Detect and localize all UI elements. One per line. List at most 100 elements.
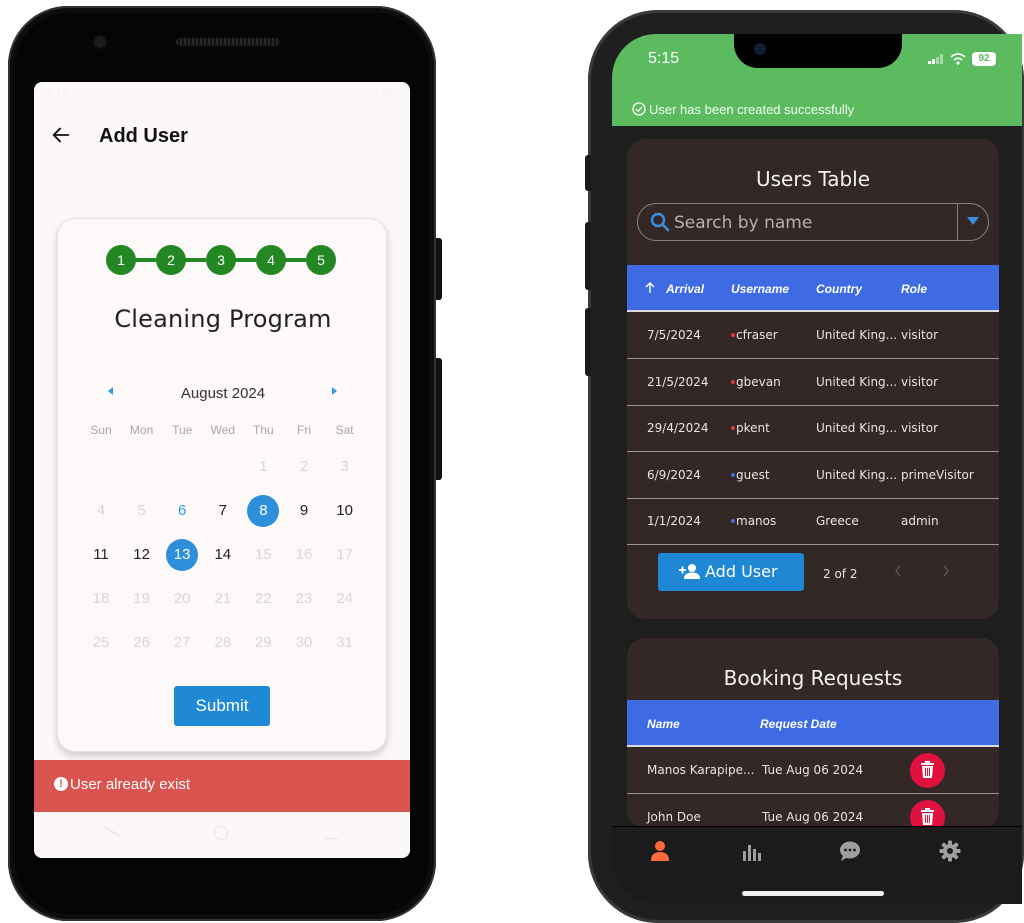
day-label: 2: [299, 458, 309, 475]
username-cell: gbevan: [731, 375, 781, 389]
status-dot: [731, 472, 735, 477]
status-dot: [731, 426, 735, 430]
day-label: 7: [218, 502, 227, 519]
android-phone: 5:13 100% Add User 1 2 3 4 5 Cleaning Pr…: [8, 6, 442, 921]
calendar-day: 30: [284, 621, 324, 665]
step-connector: [284, 258, 306, 262]
step-connector: [234, 258, 256, 262]
day-label: 23: [295, 590, 313, 607]
success-message: User has been created successfully: [649, 102, 855, 117]
column-request-date: Request Date: [760, 717, 837, 731]
table-row[interactable]: John Doe Tue Aug 06 2024: [627, 794, 999, 828]
step-title: Cleaning Program: [114, 305, 332, 333]
users-table-panel: Users Table Search by name Arrival Usern…: [627, 139, 999, 619]
trash-icon: [921, 808, 934, 825]
username-text: guest: [736, 467, 770, 482]
column-name: Name: [647, 717, 680, 731]
column-arrival[interactable]: Arrival: [666, 282, 704, 296]
calendar-day[interactable]: 12: [122, 533, 162, 577]
calendar-empty-cell: [203, 445, 243, 489]
arrival-cell: 21/5/2024: [647, 374, 709, 389]
nav-back-icon[interactable]: [104, 826, 122, 838]
weekday-label: Fri: [297, 423, 311, 437]
settings-icon[interactable]: [938, 839, 962, 863]
role-cell: visitor: [901, 328, 939, 342]
column-role[interactable]: Role: [901, 282, 927, 296]
table-row[interactable]: 1/1/2024 manos Greece admin: [627, 498, 999, 545]
back-arrow-icon[interactable]: [50, 124, 72, 146]
app-bar: Add User: [34, 118, 410, 158]
calendar-day[interactable]: 13: [162, 533, 202, 577]
step-1[interactable]: 1: [106, 245, 136, 275]
calendar-day[interactable]: 14: [203, 533, 243, 577]
day-label: 5: [137, 502, 146, 519]
username-cell: manos: [731, 514, 776, 528]
calendar-day[interactable]: 8: [243, 489, 283, 533]
table-row[interactable]: 6/9/2024 guest United King... primeVisitor: [627, 452, 999, 499]
calendar-day: 20: [162, 577, 202, 621]
calendar-day[interactable]: 10: [325, 489, 365, 533]
country-cell: United King...: [816, 467, 898, 482]
calendar-day[interactable]: 6: [162, 489, 202, 533]
role-cell: admin: [901, 514, 939, 528]
step-2[interactable]: 2: [156, 245, 186, 275]
nav-recents-icon[interactable]: [324, 828, 338, 839]
day-label: 29: [255, 634, 272, 651]
next-page-icon[interactable]: [941, 564, 951, 578]
android-status-bar: 5:13 100%: [34, 82, 410, 104]
next-month-icon[interactable]: [326, 383, 342, 399]
calendar-empty-cell: [162, 445, 202, 489]
country-cell: United King...: [816, 374, 898, 389]
bar-chart-icon[interactable]: [740, 839, 764, 863]
sort-arrow-up-icon[interactable]: [645, 282, 655, 294]
day-label: 16: [295, 546, 313, 563]
table-row[interactable]: 21/5/2024 gbevan United King... visitor: [627, 359, 999, 406]
android-screen: 5:13 100% Add User 1 2 3 4 5 Cleaning Pr…: [34, 82, 410, 858]
nav-home-icon[interactable]: [214, 826, 228, 840]
status-time: 5:13: [46, 87, 69, 98]
calendar-grid: Sun Mon Tue Wed Thu Fri Sat 1 2 3 4 5 6 7 8 9 10 11 12 13 1…: [81, 423, 366, 665]
prev-page-icon[interactable]: [893, 564, 903, 578]
step-connector: [134, 258, 156, 262]
add-user-button[interactable]: Add User: [658, 553, 804, 591]
arrival-cell: 7/5/2024: [647, 328, 701, 342]
booking-name-cell: John Doe: [647, 810, 701, 824]
exclamation-circle-icon: !: [54, 777, 68, 791]
table-row[interactable]: Manos Karapipe... Tue Aug 06 2024: [627, 747, 999, 794]
calendar-weeks: 1 2 3 4 5 6 7 8 9 10 11 12 13 14 15 16 17 18 19 20 21 22 23 24 2…: [81, 445, 366, 665]
error-message: User already exist: [70, 776, 191, 793]
selected-day-label: 8: [247, 495, 280, 527]
arrival-cell: 1/1/2024: [647, 514, 701, 528]
battery-indicator: 92: [972, 52, 996, 66]
power-button: [436, 358, 442, 480]
person-icon[interactable]: [648, 839, 672, 863]
chat-icon[interactable]: [838, 839, 862, 863]
submit-button[interactable]: Submit: [174, 686, 270, 726]
step-3[interactable]: 3: [206, 245, 236, 275]
calendar-day[interactable]: 11: [81, 533, 121, 577]
delete-button[interactable]: [910, 753, 945, 788]
calendar-day: 29: [243, 621, 283, 665]
calendar-day[interactable]: 7: [203, 489, 243, 533]
day-label: 11: [93, 546, 109, 563]
table-row[interactable]: 29/4/2024 pkent United King... visitor: [627, 405, 999, 452]
role-cell: visitor: [901, 421, 939, 435]
calendar-day: 19: [122, 577, 162, 621]
table-row[interactable]: 7/5/2024 cfraser United King... visitor: [627, 312, 999, 359]
column-username[interactable]: Username: [731, 282, 789, 296]
search-input[interactable]: Search by name: [637, 203, 989, 241]
calendar-day[interactable]: 9: [284, 489, 324, 533]
add-user-label: Add User: [705, 562, 778, 581]
delete-button[interactable]: [910, 800, 945, 828]
step-4[interactable]: 4: [256, 245, 286, 275]
check-circle-icon: [632, 102, 646, 116]
booking-date-cell: Tue Aug 06 2024: [762, 810, 864, 824]
step-5[interactable]: 5: [306, 245, 336, 275]
day-label: 12: [133, 546, 150, 563]
error-snackbar: ! User already exist: [34, 760, 410, 812]
search-dropdown[interactable]: [957, 204, 988, 240]
arrival-cell: 6/9/2024: [647, 467, 701, 482]
day-label: 10: [336, 502, 353, 519]
calendar-empty-cell: [122, 445, 162, 489]
column-country[interactable]: Country: [816, 282, 862, 296]
